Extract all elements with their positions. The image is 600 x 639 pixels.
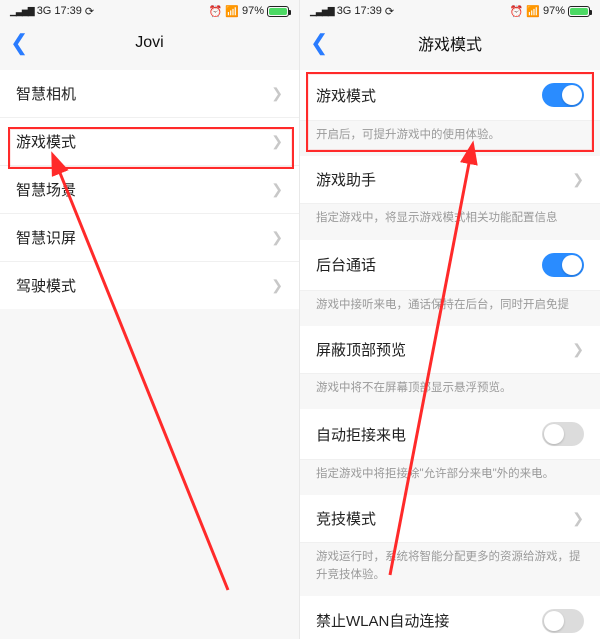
row-game-mode[interactable]: 游戏模式 ❯ (0, 118, 299, 166)
chevron-right-icon: ❯ (572, 510, 584, 527)
sync-icon: ⟳ (85, 5, 94, 18)
battery-icon (267, 6, 289, 17)
row-auto-reject[interactable]: 自动拒接来电 (300, 409, 600, 460)
chevron-right-icon: ❯ (271, 133, 283, 150)
status-time: 17:39 (354, 5, 382, 17)
row-label: 后台通话 (316, 254, 376, 275)
chevron-right-icon: ❯ (572, 341, 584, 358)
status-bar: ▁▃▅▇ 3G 17:39 ⟳ ⏰ 📶 97% (0, 0, 299, 22)
wifi-icon: 📶 (225, 5, 239, 18)
settings-list: 游戏模式 开启后，可提升游戏中的使用体验。 游戏助手 ❯ 指定游戏中，将显示游戏… (300, 64, 600, 639)
row-label: 自动拒接来电 (316, 424, 406, 445)
page-title: 游戏模式 (418, 31, 482, 55)
wifi-icon: 📶 (526, 5, 540, 18)
back-icon[interactable]: ❮ (310, 32, 328, 54)
nav-bar: ❮ Jovi (0, 22, 299, 64)
row-wlan-auto[interactable]: 禁止WLAN自动连接 (300, 596, 600, 639)
status-time: 17:39 (54, 5, 82, 17)
row-smart-camera[interactable]: 智慧相机 ❯ (0, 70, 299, 118)
row-label: 智慧相机 (16, 83, 76, 104)
row-label: 驾驶模式 (16, 275, 76, 296)
row-game-assistant[interactable]: 游戏助手 ❯ (300, 156, 600, 204)
chevron-right-icon: ❯ (271, 229, 283, 246)
signal-label: 3G (37, 5, 52, 17)
row-label: 禁止WLAN自动连接 (316, 610, 449, 631)
alarm-icon: ⏰ (209, 5, 223, 18)
signal-icon: ▁▃▅▇ (10, 6, 34, 17)
signal-icon: ▁▃▅▇ (310, 6, 334, 17)
sync-icon: ⟳ (385, 5, 394, 18)
toggle-game-mode[interactable] (542, 83, 584, 107)
back-icon[interactable]: ❮ (10, 32, 28, 54)
signal-label: 3G (337, 5, 352, 17)
page-title: Jovi (135, 34, 163, 52)
row-game-mode-toggle[interactable]: 游戏模式 (300, 70, 600, 121)
chevron-right-icon: ❯ (271, 277, 283, 294)
row-desc: 开启后，可提升游戏中的使用体验。 (300, 121, 600, 156)
row-compete-mode[interactable]: 竞技模式 ❯ (300, 495, 600, 543)
row-desc: 指定游戏中，将显示游戏模式相关功能配置信息 (300, 204, 600, 239)
row-desc: 游戏中接听来电，通话保持在后台，同时开启免提 (300, 291, 600, 326)
row-block-top-preview[interactable]: 屏蔽顶部预览 ❯ (300, 326, 600, 374)
screen-game-mode: ▁▃▅▇ 3G 17:39 ⟳ ⏰ 📶 97% ❮ 游戏模式 游戏模式 开启后，… (300, 0, 600, 639)
toggle-auto-reject[interactable] (542, 422, 584, 446)
row-bg-call[interactable]: 后台通话 (300, 240, 600, 291)
screen-jovi: ▁▃▅▇ 3G 17:39 ⟳ ⏰ 📶 97% ❮ Jovi 智慧相机 ❯ 游戏… (0, 0, 300, 639)
chevron-right-icon: ❯ (271, 181, 283, 198)
row-label: 屏蔽顶部预览 (316, 339, 406, 360)
row-desc: 游戏运行时，系统将智能分配更多的资源给游戏，提升竞技体验。 (300, 543, 600, 596)
row-label: 竞技模式 (316, 508, 376, 529)
battery-pct: 97% (543, 5, 565, 17)
row-label: 游戏助手 (316, 169, 376, 190)
row-driving-mode[interactable]: 驾驶模式 ❯ (0, 262, 299, 309)
row-label: 游戏模式 (16, 131, 76, 152)
row-label: 智慧识屏 (16, 227, 76, 248)
status-bar: ▁▃▅▇ 3G 17:39 ⟳ ⏰ 📶 97% (300, 0, 600, 22)
toggle-bg-call[interactable] (542, 253, 584, 277)
row-smart-scene[interactable]: 智慧场景 ❯ (0, 166, 299, 214)
row-smart-screen[interactable]: 智慧识屏 ❯ (0, 214, 299, 262)
chevron-right-icon: ❯ (572, 171, 584, 188)
row-label: 智慧场景 (16, 179, 76, 200)
chevron-right-icon: ❯ (271, 85, 283, 102)
row-label: 游戏模式 (316, 85, 376, 106)
toggle-wlan-auto[interactable] (542, 609, 584, 633)
alarm-icon: ⏰ (510, 5, 524, 18)
row-desc: 指定游戏中将拒接除"允许部分来电"外的来电。 (300, 460, 600, 495)
nav-bar: ❮ 游戏模式 (300, 22, 600, 64)
battery-icon (568, 6, 590, 17)
settings-list: 智慧相机 ❯ 游戏模式 ❯ 智慧场景 ❯ 智慧识屏 ❯ 驾驶模式 ❯ (0, 64, 299, 309)
battery-pct: 97% (242, 5, 264, 17)
row-desc: 游戏中将不在屏幕顶部显示悬浮预览。 (300, 374, 600, 409)
